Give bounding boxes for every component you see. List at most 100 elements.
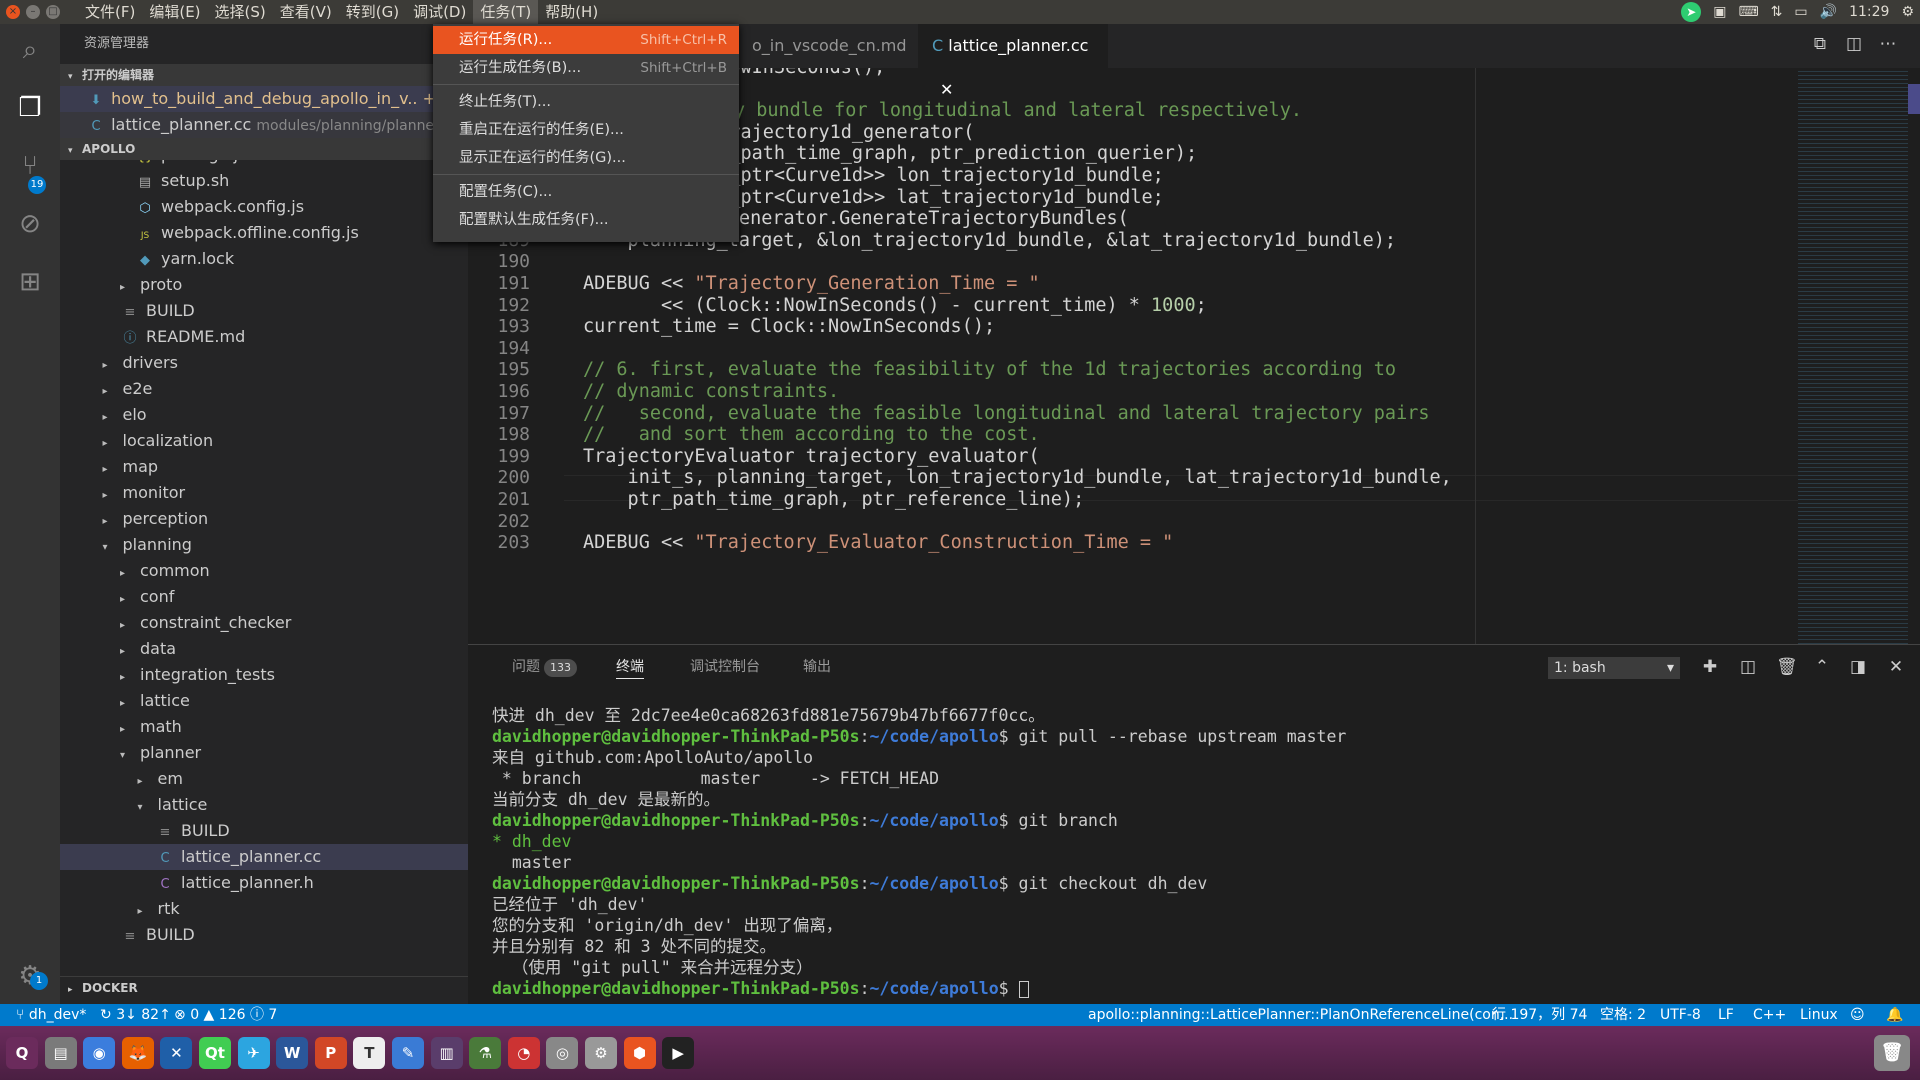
tab-lattice-planner[interactable]: C lattice_planner.cc ✕ xyxy=(918,24,1108,99)
extensions-icon[interactable]: ⊞ xyxy=(12,264,48,300)
tree-item[interactable]: ≡ BUILD xyxy=(60,818,468,844)
trash-icon[interactable]: 🗑 xyxy=(1874,1035,1910,1071)
open-preview-icon[interactable]: ⧉ xyxy=(1810,34,1830,54)
menu-3[interactable]: 查看(V) xyxy=(273,0,339,24)
indentation-status[interactable]: 空格: 2 xyxy=(1600,1004,1646,1026)
eol-status[interactable]: LF xyxy=(1718,1004,1734,1026)
task-menu-item[interactable]: 重启正在运行的任务(E)... xyxy=(433,116,739,144)
problems-status[interactable]: ⊗ 0 ▲ 126 ⓘ 7 xyxy=(174,1004,277,1026)
tree-item[interactable]: Clattice_planner.h xyxy=(60,870,468,896)
dock-app-icon[interactable]: 🦊 xyxy=(121,1037,154,1069)
tree-item[interactable]: {} package.json xyxy=(60,160,468,168)
tree-item[interactable]: ▾ planning xyxy=(60,532,468,558)
open-editor-markdown[interactable]: ⬇ how_to_build_and_debug_apollo_in_v.. +… xyxy=(60,86,468,112)
dock-app-icon[interactable]: ⚙ xyxy=(585,1037,617,1069)
task-menu-item[interactable]: 运行生成任务(B)... Shift+Ctrl+B xyxy=(433,54,739,82)
symbol-status[interactable]: apollo::planning::LatticePlanner::PlanOn… xyxy=(1088,1004,1513,1026)
task-menu-item[interactable]: 配置默认生成任务(F)... xyxy=(433,206,739,234)
clock[interactable]: 11:29 xyxy=(1849,4,1889,20)
tab-terminal[interactable]: 终端 xyxy=(616,645,644,679)
tree-item[interactable]: ▸ integration_tests xyxy=(60,662,468,688)
tree-item[interactable]: ▸ data xyxy=(60,636,468,662)
menu-1[interactable]: 编辑(E) xyxy=(142,0,207,24)
dock-app-icon[interactable]: ⚗ xyxy=(469,1037,502,1069)
dock-app-icon[interactable]: ✈ xyxy=(237,1037,270,1069)
docker-section-header[interactable]: ▸ DOCKER xyxy=(60,976,468,998)
task-menu-item[interactable]: 配置任务(C)... xyxy=(433,178,739,206)
keyboard-tray-icon[interactable]: ⌨ xyxy=(1738,4,1758,20)
kill-terminal-icon[interactable]: 🗑 xyxy=(1776,657,1798,677)
terminal-select[interactable]: 1: bash ▾ xyxy=(1548,657,1680,679)
notifications-icon[interactable]: 🔔 xyxy=(1886,1004,1903,1026)
volume-tray-icon[interactable]: 🔊 xyxy=(1820,4,1837,20)
tab-problems[interactable]: 问题 133 xyxy=(512,645,577,689)
dock-app-icon[interactable]: ▥ xyxy=(430,1037,463,1069)
dock-app-icon[interactable]: T xyxy=(353,1037,386,1069)
tab-debug-console[interactable]: 调试控制台 xyxy=(690,645,760,689)
language-status[interactable]: C++ xyxy=(1753,1004,1786,1026)
os-status[interactable]: Linux xyxy=(1800,1004,1838,1026)
open-editor-lattice-planner[interactable]: C lattice_planner.cc modules/planning/pl… xyxy=(60,112,468,138)
menu-0[interactable]: 文件(F) xyxy=(78,0,142,24)
task-menu-item[interactable]: 显示正在运行的任务(G)... xyxy=(433,144,739,172)
tab-output[interactable]: 输出 xyxy=(803,645,831,689)
tree-item[interactable]: ≡ BUILD xyxy=(60,298,468,324)
tree-item[interactable]: ◆ yarn.lock xyxy=(60,246,468,272)
dock-app-icon[interactable]: Qt xyxy=(199,1037,231,1069)
branch-status[interactable]: ⑂ dh_dev* xyxy=(16,1004,86,1026)
more-actions-icon[interactable]: ⋯ xyxy=(1878,34,1898,54)
debug-icon[interactable]: ⊘ xyxy=(12,206,48,242)
dock-app-icon[interactable]: ▶ xyxy=(662,1037,695,1069)
dock-app-icon[interactable]: P xyxy=(314,1037,347,1069)
apollo-folder-header[interactable]: ▾ APOLLO xyxy=(60,138,468,160)
dock-app-icon[interactable]: ✕ xyxy=(160,1037,193,1069)
dock-app-icon[interactable]: W xyxy=(276,1037,309,1069)
minimize-window-button[interactable]: – xyxy=(26,5,40,19)
feedback-icon[interactable]: ☺ xyxy=(1850,1004,1865,1026)
dock-app-icon[interactable]: ◔ xyxy=(507,1037,540,1069)
menu-6[interactable]: 任务(T) xyxy=(473,0,539,24)
dock-app-icon[interactable]: ✎ xyxy=(392,1037,424,1069)
tree-item[interactable]: ▸ constraint_checker xyxy=(60,610,468,636)
split-terminal-icon[interactable]: ◫ xyxy=(1738,657,1758,677)
tree-item[interactable]: ▸ math xyxy=(60,714,468,740)
tree-item[interactable]: ▸ em xyxy=(60,766,468,792)
encoding-status[interactable]: UTF-8 xyxy=(1660,1004,1701,1026)
dock-app-icon[interactable]: Q xyxy=(6,1037,38,1069)
explorer-icon[interactable]: ❐ xyxy=(12,90,48,126)
tree-item[interactable]: ▸ perception xyxy=(60,506,468,532)
tree-item[interactable]: ▤ setup.sh xyxy=(60,168,468,194)
tree-item[interactable]: ▸ conf xyxy=(60,584,468,610)
close-window-button[interactable]: × xyxy=(6,5,20,19)
tree-item[interactable]: ▸ lattice xyxy=(60,688,468,714)
open-editors-header[interactable]: ▾ 打开的编辑器 xyxy=(60,64,468,86)
menu-4[interactable]: 转到(G) xyxy=(339,0,406,24)
dock-app-icon[interactable]: ▤ xyxy=(44,1037,77,1069)
task-menu-item[interactable]: 运行任务(R)... Shift+Ctrl+R xyxy=(433,26,739,54)
terminal[interactable]: 快进 dh_dev 至 2dc7ee4e0ca68263fd881e75679b… xyxy=(492,705,1892,999)
dock-app-icon[interactable]: ◎ xyxy=(546,1037,579,1069)
tree-item[interactable]: ▸ elo xyxy=(60,402,468,428)
dock-app-icon[interactable]: ⬢ xyxy=(623,1037,656,1069)
tree-item[interactable]: ▸ common xyxy=(60,558,468,584)
tree-item[interactable]: ⬡ webpack.config.js xyxy=(60,194,468,220)
tree-item[interactable]: ⓘ README.md xyxy=(60,324,468,350)
tree-item[interactable]: ▸ localization xyxy=(60,428,468,454)
tree-item[interactable]: ▸ proto xyxy=(60,272,468,298)
tree-item[interactable]: ▾ planner xyxy=(60,740,468,766)
tree-item[interactable]: ▸ e2e xyxy=(60,376,468,402)
menu-7[interactable]: 帮助(H) xyxy=(538,0,605,24)
task-menu-item[interactable]: 终止任务(T)... xyxy=(433,88,739,116)
network-tray-icon[interactable]: ⇅ xyxy=(1771,4,1783,20)
close-panel-icon[interactable]: ✕ xyxy=(1886,657,1906,677)
search-icon[interactable]: ⌕ xyxy=(12,32,48,68)
menu-2[interactable]: 选择(S) xyxy=(208,0,273,24)
battery-tray-icon[interactable]: ▭ xyxy=(1794,4,1807,20)
gear-icon[interactable]: ⚙ xyxy=(1901,4,1914,20)
tree-item[interactable]: ▸ rtk xyxy=(60,896,468,922)
maximize-panel-icon[interactable]: ⌃ xyxy=(1812,657,1832,677)
dock-app-icon[interactable]: ◉ xyxy=(83,1037,116,1069)
minimap[interactable] xyxy=(1798,68,1908,644)
tree-item[interactable]: ≡ BUILD xyxy=(60,922,468,948)
telegram-tray-icon[interactable]: ➤ xyxy=(1681,2,1702,22)
